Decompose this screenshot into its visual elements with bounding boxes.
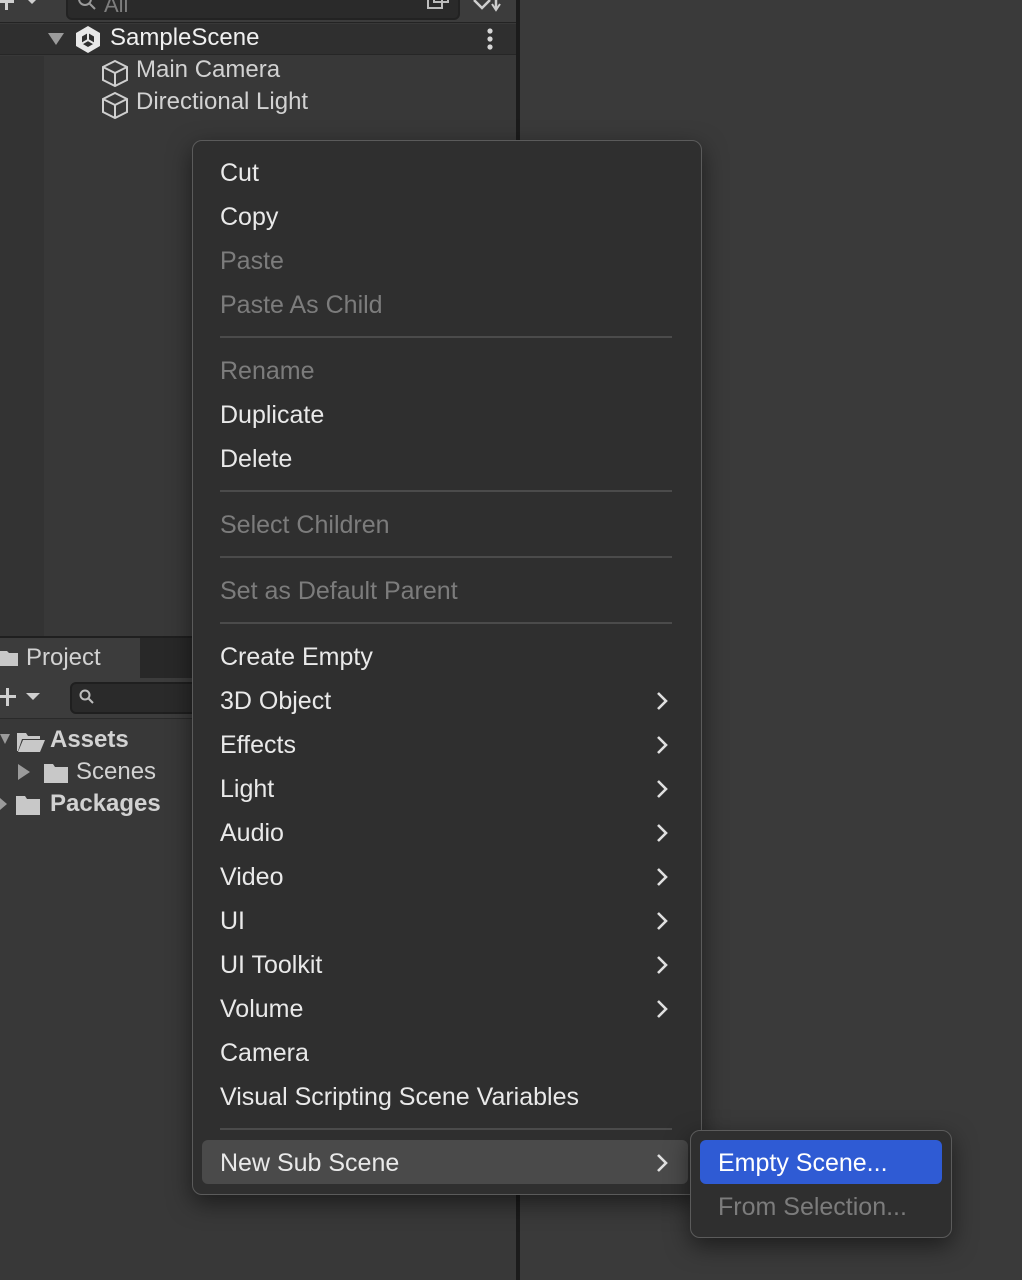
search-icon — [78, 0, 96, 10]
tree-item-packages[interactable]: Packages — [50, 790, 161, 818]
gameobject-cube-icon — [102, 91, 128, 120]
hierarchy-item-main-camera[interactable]: Main Camera — [136, 56, 280, 84]
menu-item-create-empty[interactable]: Create Empty — [220, 635, 373, 679]
chevron-right-icon — [657, 736, 668, 754]
collapsed-arrow-icon[interactable] — [0, 796, 10, 814]
submenu-item-empty-scene[interactable]: Empty Scene... — [718, 1141, 888, 1185]
search-icon — [79, 689, 94, 704]
sort-icon[interactable] — [470, 0, 506, 16]
hierarchy-gutter — [0, 56, 44, 636]
menu-item-3d-object[interactable]: 3D Object — [220, 679, 331, 723]
menu-item-cut[interactable]: Cut — [220, 151, 259, 195]
unity-scene-icon — [76, 26, 100, 53]
submenu-item-from-selection: From Selection... — [718, 1193, 907, 1221]
add-button[interactable] — [0, 0, 40, 16]
menu-separator — [220, 490, 672, 492]
chevron-right-icon — [657, 868, 668, 886]
scene-visibility-icon[interactable] — [424, 0, 454, 16]
gameobject-cube-icon — [102, 59, 128, 88]
menu-separator — [220, 622, 672, 624]
folder-icon — [44, 764, 68, 783]
chevron-right-icon — [657, 824, 668, 842]
tree-item-assets[interactable]: Assets — [50, 726, 129, 754]
search-placeholder: All — [104, 0, 129, 17]
scene-name: SampleScene — [110, 24, 260, 51]
folder-icon — [16, 796, 40, 815]
menu-item-paste-as-child: Paste As Child — [220, 291, 383, 319]
menu-item-rename: Rename — [220, 357, 315, 385]
chevron-right-icon — [657, 780, 668, 798]
menu-item-ui-toolkit[interactable]: UI Toolkit — [220, 943, 322, 987]
menu-separator — [220, 336, 672, 338]
menu-item-select-children: Select Children — [220, 511, 390, 539]
chevron-right-icon — [657, 692, 668, 710]
menu-item-paste: Paste — [220, 247, 284, 275]
tree-item-scenes[interactable]: Scenes — [76, 758, 156, 786]
expand-arrow-icon[interactable] — [46, 31, 66, 47]
plus-dropdown-icon — [0, 0, 36, 10]
menu-item-volume[interactable]: Volume — [220, 987, 303, 1031]
menu-item-camera[interactable]: Camera — [220, 1031, 309, 1075]
menu-item-delete[interactable]: Delete — [220, 437, 292, 481]
menu-item-duplicate[interactable]: Duplicate — [220, 393, 324, 437]
hierarchy-item-directional-light[interactable]: Directional Light — [136, 88, 308, 116]
menu-item-set-default-parent: Set as Default Parent — [220, 577, 458, 605]
menu-separator — [220, 1128, 672, 1130]
collapsed-arrow-icon[interactable] — [18, 764, 34, 782]
chevron-right-icon — [657, 912, 668, 930]
menu-item-audio[interactable]: Audio — [220, 811, 284, 855]
project-tab-label: Project — [26, 644, 101, 671]
chevron-right-icon — [657, 1000, 668, 1018]
expand-arrow-icon[interactable] — [0, 734, 12, 748]
menu-item-ui[interactable]: UI — [220, 899, 245, 943]
menu-item-effects[interactable]: Effects — [220, 723, 296, 767]
menu-item-light[interactable]: Light — [220, 767, 274, 811]
menu-separator — [220, 556, 672, 558]
chevron-right-icon — [657, 956, 668, 974]
more-options-icon[interactable] — [482, 27, 498, 53]
plus-dropdown-icon[interactable] — [0, 686, 44, 708]
open-folder-icon — [17, 733, 45, 752]
menu-item-new-sub-scene[interactable]: New Sub Scene — [220, 1141, 399, 1185]
menu-item-visual-scripting-variables[interactable]: Visual Scripting Scene Variables — [220, 1075, 579, 1119]
chevron-right-icon — [657, 1154, 668, 1172]
folder-icon — [0, 651, 18, 666]
menu-item-copy[interactable]: Copy — [220, 195, 278, 239]
menu-item-video[interactable]: Video — [220, 855, 284, 899]
